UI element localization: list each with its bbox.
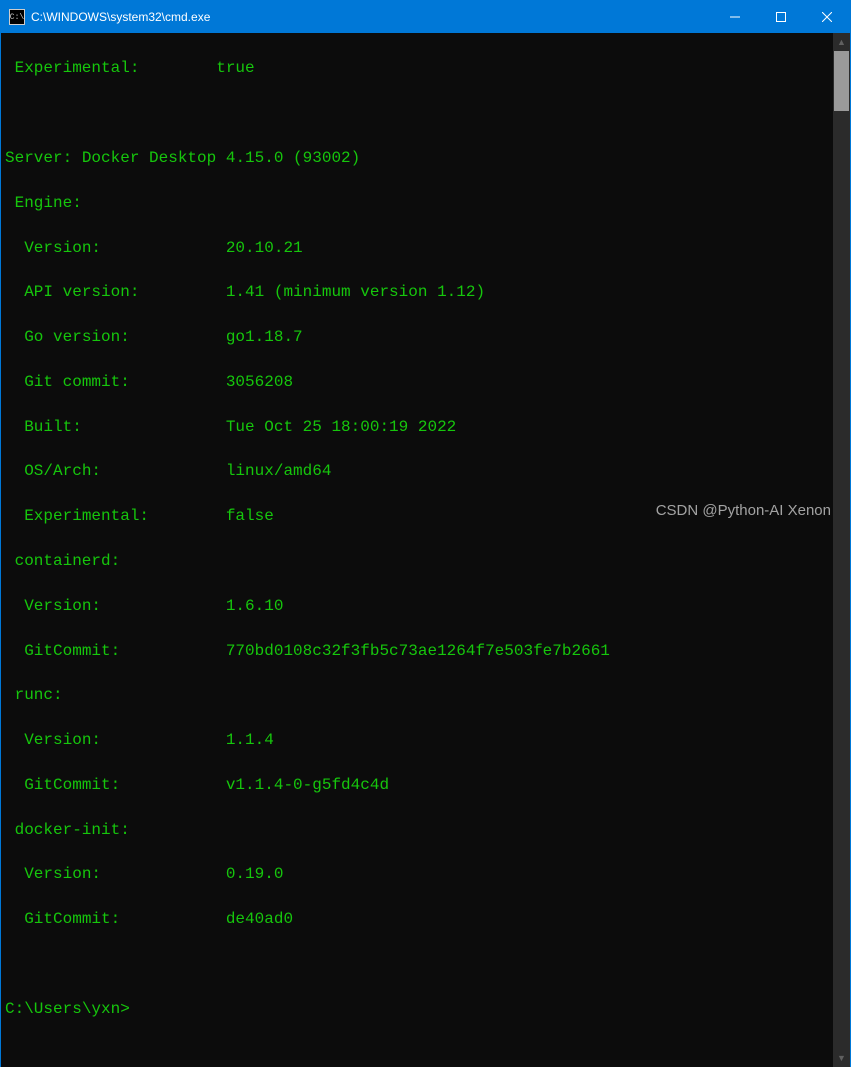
- engine-git-commit-value: 3056208: [226, 371, 293, 393]
- engine-version-value: 20.10.21: [226, 237, 303, 259]
- engine-go-version-value: go1.18.7: [226, 326, 303, 348]
- docker-init-git-commit-label: GitCommit:: [24, 908, 226, 930]
- scrollbar-thumb[interactable]: [834, 51, 849, 111]
- close-button[interactable]: [804, 1, 850, 33]
- terminal-area: Experimental:true Server: Docker Desktop…: [1, 33, 850, 1067]
- engine-os-arch-label: OS/Arch:: [24, 460, 226, 482]
- runc-header: runc:: [5, 684, 829, 706]
- containerd-git-commit-value: 770bd0108c32f3fb5c73ae1264f7e503fe7b2661: [226, 640, 610, 662]
- titlebar[interactable]: C:\ C:\WINDOWS\system32\cmd.exe: [1, 1, 850, 33]
- runc-git-commit-value: v1.1.4-0-g5fd4c4d: [226, 774, 389, 796]
- minimize-button[interactable]: [712, 1, 758, 33]
- docker-init-version-value: 0.19.0: [226, 863, 284, 885]
- docker-init-header: docker-init:: [5, 819, 829, 841]
- engine-experimental-label: Experimental:: [24, 505, 226, 527]
- runc-version-label: Version:: [24, 729, 226, 751]
- scroll-up-icon[interactable]: ▲: [833, 33, 850, 50]
- engine-api-version-value: 1.41 (minimum version 1.12): [226, 281, 485, 303]
- engine-api-version-label: API version:: [24, 281, 226, 303]
- runc-git-commit-label: GitCommit:: [24, 774, 226, 796]
- window-controls: [712, 1, 850, 33]
- docker-init-version-label: Version:: [24, 863, 226, 885]
- containerd-git-commit-label: GitCommit:: [24, 640, 226, 662]
- engine-os-arch-value: linux/amd64: [226, 460, 332, 482]
- containerd-header: containerd:: [5, 550, 829, 572]
- engine-experimental-value: false: [226, 505, 274, 527]
- client-experimental-value: true: [216, 57, 254, 79]
- containerd-version-label: Version:: [24, 595, 226, 617]
- maximize-button[interactable]: [758, 1, 804, 33]
- engine-version-label: Version:: [24, 237, 226, 259]
- engine-built-label: Built:: [24, 416, 226, 438]
- vertical-scrollbar[interactable]: ▲ ▼: [833, 33, 850, 1067]
- engine-git-commit-label: Git commit:: [24, 371, 226, 393]
- cmd-icon: C:\: [9, 9, 25, 25]
- prompt[interactable]: C:\Users\yxn>: [5, 998, 829, 1020]
- containerd-version-value: 1.6.10: [226, 595, 284, 617]
- scroll-down-icon[interactable]: ▼: [833, 1050, 850, 1067]
- engine-built-value: Tue Oct 25 18:00:19 2022: [226, 416, 456, 438]
- docker-init-git-commit-value: de40ad0: [226, 908, 293, 930]
- engine-header: Engine:: [5, 192, 829, 214]
- client-experimental-label: Experimental:: [15, 57, 217, 79]
- cmd-window: C:\ C:\WINDOWS\system32\cmd.exe Experime…: [0, 0, 851, 545]
- terminal-output[interactable]: Experimental:true Server: Docker Desktop…: [1, 33, 833, 1067]
- engine-go-version-label: Go version:: [24, 326, 226, 348]
- server-line: Server: Docker Desktop 4.15.0 (93002): [5, 147, 829, 169]
- runc-version-value: 1.1.4: [226, 729, 274, 751]
- window-title: C:\WINDOWS\system32\cmd.exe: [31, 10, 712, 24]
